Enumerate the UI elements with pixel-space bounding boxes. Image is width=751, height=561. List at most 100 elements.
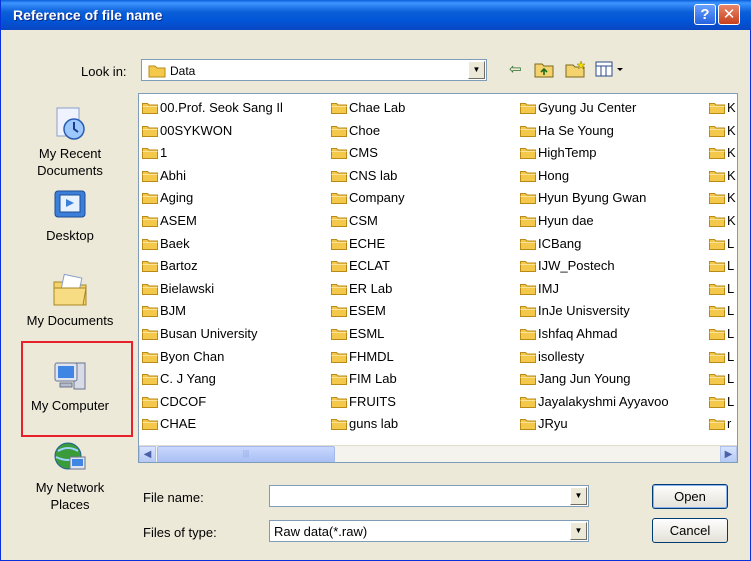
folder-name: Byon Chan	[160, 348, 225, 364]
folder-name: Hyun dae	[538, 213, 594, 228]
folder-icon	[142, 396, 158, 408]
folder-name: L	[727, 326, 735, 341]
dialog-title: Reference of file name	[13, 7, 163, 23]
place-desktop[interactable]: Desktop	[15, 187, 125, 244]
new-folder-icon[interactable]	[565, 60, 587, 80]
folder-icon	[142, 125, 158, 137]
folder-icon	[709, 125, 725, 137]
folder-icon	[331, 125, 347, 137]
folder-name: 00.Prof. Seok Sang Il	[160, 100, 283, 115]
file-list[interactable]: 00.Prof. Seok Sang Il 00SYKWON 1 Abhi Aging A…	[138, 93, 738, 463]
folder-name: L	[727, 258, 735, 274]
place-my-network-places[interactable]: My Network Places	[15, 439, 125, 513]
folder-name: ESEM	[349, 303, 386, 319]
scroll-right-icon[interactable]: ▶	[720, 446, 737, 462]
file-type-value: Raw data(*.raw)	[274, 524, 368, 539]
open-button[interactable]: Open	[652, 484, 728, 509]
folder-icon	[331, 216, 347, 227]
folder-icon	[709, 103, 725, 114]
folder-icon	[709, 374, 725, 386]
folder-name: FHMDL	[349, 348, 394, 364]
folder-name: Ishfaq Ahmad	[538, 326, 618, 341]
folder-name: K	[727, 145, 736, 161]
folder-icon	[142, 216, 158, 227]
folder-name: Baek	[160, 235, 190, 251]
folder-icon	[520, 261, 536, 273]
place-my-documents[interactable]: My Documents	[15, 272, 125, 329]
folder-name: Jang Jun Young	[538, 371, 631, 387]
folder-name: L	[727, 303, 735, 319]
folder-icon	[520, 193, 536, 205]
place-my-recent-documents[interactable]: My Recent Documents	[15, 105, 125, 179]
folder-name: K	[727, 167, 736, 183]
folder-name: ER Lab	[349, 280, 393, 296]
folder-name: Choe	[349, 122, 381, 138]
horizontal-scrollbar[interactable]: ◀ ||| ▶	[139, 445, 737, 462]
folder-icon	[520, 103, 536, 114]
look-in-label: Look in:	[81, 64, 127, 79]
views-menu-icon[interactable]	[595, 60, 627, 80]
folder-icon	[709, 396, 725, 408]
up-folder-icon[interactable]	[534, 60, 554, 80]
scroll-left-icon[interactable]: ◀	[139, 446, 156, 462]
chevron-down-icon[interactable]: ▼	[570, 487, 587, 505]
folder-icon	[142, 170, 158, 182]
place-label: My Network Places	[35, 480, 105, 512]
help-button[interactable]: ?	[694, 4, 716, 25]
folder-name: Abhi	[160, 167, 187, 183]
folder-name: HighTemp	[538, 145, 597, 161]
folder-icon	[520, 283, 536, 295]
selection-highlight-box	[21, 341, 133, 437]
folder-icon	[709, 306, 725, 318]
file-type-label: Files of type:	[143, 525, 217, 540]
folder-name: Aging	[160, 190, 194, 206]
folder-name: Company	[349, 190, 405, 206]
folder-name: JRyu	[538, 416, 568, 432]
folder-icon	[709, 193, 725, 205]
folder-name: Bartoz	[160, 258, 198, 274]
places-bar: My Recent Documents Desktop My Documents…	[1, 87, 139, 537]
folder-name: L	[727, 348, 735, 364]
folder-icon	[331, 283, 347, 295]
folder-icon	[331, 306, 347, 318]
folder-icon	[331, 238, 347, 250]
folder-name: FIM Lab	[349, 371, 397, 387]
folder-icon	[331, 396, 347, 408]
folder-name: guns lab	[349, 416, 399, 432]
title-bar[interactable]: Reference of file name ? ✕	[1, 0, 751, 30]
folder-name: K	[727, 190, 736, 206]
folder-name: L	[727, 371, 735, 387]
file-type-dropdown[interactable]: Raw data(*.raw) ▼	[269, 520, 589, 542]
place-label: My Documents	[26, 313, 114, 328]
desktop-icon	[52, 187, 88, 223]
look-in-dropdown[interactable]: Data ▼	[141, 59, 487, 81]
chevron-down-icon[interactable]: ▼	[570, 522, 587, 540]
folder-name: ECLAT	[349, 258, 390, 274]
folder-icon	[709, 419, 725, 431]
file-name-label: File name:	[143, 490, 204, 505]
my-documents-icon	[52, 272, 88, 308]
folder-icon	[142, 351, 158, 363]
file-name-input[interactable]: ▼	[269, 485, 589, 507]
folder-icon	[142, 238, 158, 250]
folder-icon	[520, 170, 536, 182]
folder-icon	[520, 148, 536, 160]
folder-icon	[148, 65, 166, 78]
cancel-button[interactable]: Cancel	[652, 518, 728, 543]
chevron-down-icon[interactable]: ▼	[468, 61, 485, 79]
folder-icon	[331, 329, 347, 340]
folder-icon	[142, 103, 158, 114]
folder-name: InJe Unisversity	[538, 303, 630, 319]
folder-icon	[520, 329, 536, 340]
folder-name: K	[727, 213, 736, 228]
close-button[interactable]: ✕	[718, 4, 740, 25]
scrollbar-thumb[interactable]: |||	[157, 446, 335, 462]
folder-name: CHAE	[160, 416, 197, 432]
network-places-icon	[52, 439, 88, 475]
folder-icon	[142, 193, 158, 205]
folder-icon	[142, 329, 158, 340]
folder-name: ESML	[349, 326, 385, 341]
folder-icon	[331, 193, 347, 205]
back-arrow-icon[interactable]: ⇦	[509, 60, 522, 80]
folder-name: K	[727, 100, 736, 115]
